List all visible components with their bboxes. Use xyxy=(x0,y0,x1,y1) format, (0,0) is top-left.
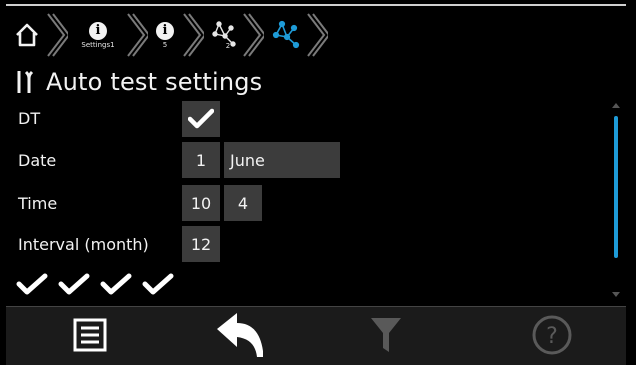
scroll-down-icon[interactable] xyxy=(612,292,620,297)
date-label: Date xyxy=(18,151,57,170)
interval-label: Interval (month) xyxy=(18,235,149,254)
interval-field[interactable]: 12 xyxy=(182,226,220,262)
help-icon: ? xyxy=(532,315,572,355)
scroll-up-icon[interactable] xyxy=(612,103,620,108)
breadcrumb-sub-label: 5 xyxy=(162,40,168,49)
chevron-separator-icon xyxy=(47,13,68,57)
breadcrumb-network-current[interactable] xyxy=(268,10,302,60)
network-active-icon xyxy=(272,20,300,49)
svg-text:?: ? xyxy=(546,324,558,349)
scrollbar-thumb[interactable] xyxy=(614,116,618,258)
back-arrow-icon xyxy=(217,313,263,357)
breadcrumb-sub-label: Settings1 xyxy=(81,40,115,49)
chevron-separator-icon xyxy=(307,13,328,57)
breadcrumb-network-2[interactable]: 2 xyxy=(206,10,240,60)
checkmark-icon[interactable] xyxy=(100,272,132,296)
dt-checkbox[interactable] xyxy=(182,101,220,137)
breadcrumb: i Settings1 i 5 2 xyxy=(6,10,626,60)
checkmark-icon[interactable] xyxy=(58,272,90,296)
breadcrumb-settings1[interactable]: i Settings1 xyxy=(72,10,124,60)
checkmark-icon[interactable] xyxy=(142,272,174,296)
time-minute-field[interactable]: 4 xyxy=(224,185,262,221)
back-button[interactable] xyxy=(190,306,290,364)
time-label: Time xyxy=(18,194,58,213)
home-icon xyxy=(16,23,38,47)
breadcrumb-5[interactable]: i 5 xyxy=(150,10,180,60)
info-icon: i xyxy=(156,21,174,40)
checkmark-icon xyxy=(188,108,214,129)
list-button[interactable] xyxy=(40,306,140,364)
breadcrumb-sub-label: 2 xyxy=(225,42,231,50)
chevron-separator-icon xyxy=(127,13,148,57)
network-icon xyxy=(212,21,236,47)
chevron-separator-icon xyxy=(183,13,204,57)
dt-label: DT xyxy=(18,109,41,128)
help-button[interactable]: ? xyxy=(502,306,602,364)
chevron-separator-icon xyxy=(243,13,264,57)
page-title: Auto test settings xyxy=(46,68,263,96)
checkmark-icon[interactable] xyxy=(16,272,48,296)
list-icon xyxy=(73,318,107,352)
date-month-field[interactable]: June xyxy=(224,142,340,178)
filter-icon xyxy=(371,318,401,352)
date-day-field[interactable]: 1 xyxy=(182,142,220,178)
info-icon: i xyxy=(89,21,107,40)
filter-button[interactable] xyxy=(336,306,436,364)
time-hour-field[interactable]: 10 xyxy=(182,185,220,221)
page-header: Auto test settings xyxy=(16,62,262,102)
breadcrumb-home[interactable] xyxy=(10,10,44,60)
check-row xyxy=(16,272,174,296)
tools-icon xyxy=(17,70,34,93)
top-divider xyxy=(6,4,626,6)
